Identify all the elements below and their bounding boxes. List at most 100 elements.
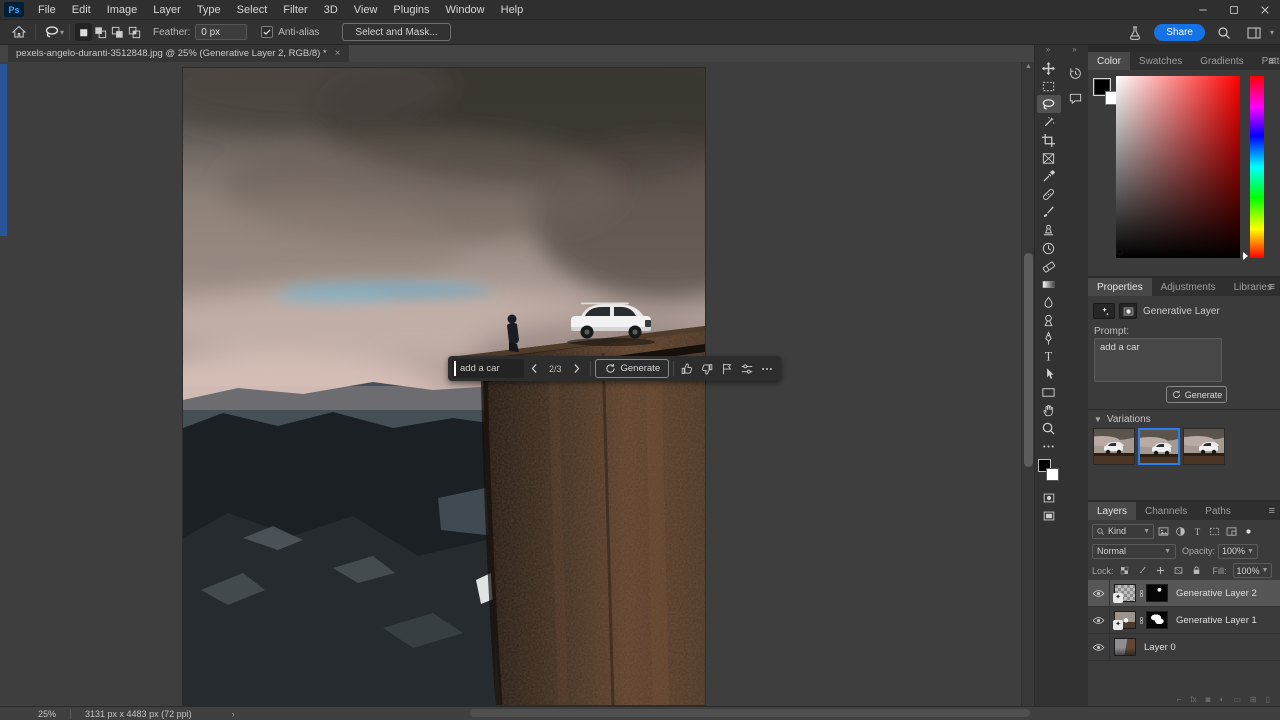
- tool-gradient[interactable]: [1037, 275, 1061, 293]
- tool-shape[interactable]: [1037, 383, 1061, 401]
- chevron-down-icon[interactable]: ▾: [60, 28, 64, 37]
- link-layers-icon[interactable]: ⌐: [1177, 695, 1182, 704]
- selection-mode-new-button[interactable]: [75, 23, 93, 41]
- status-chevron-icon[interactable]: ›: [232, 709, 235, 719]
- layer-visibility-eye-icon[interactable]: [1088, 580, 1110, 606]
- share-button[interactable]: Share: [1154, 24, 1205, 41]
- layer-thumbnail[interactable]: ✦: [1113, 611, 1136, 630]
- variation-thumbnail-3[interactable]: [1183, 428, 1225, 465]
- layer-row[interactable]: ✦ Generative Layer 2: [1088, 580, 1280, 607]
- tab-gradients[interactable]: Gradients: [1191, 52, 1252, 70]
- layer-mask-thumbnail[interactable]: [1146, 611, 1168, 629]
- history-panel-icon[interactable]: [1064, 62, 1086, 84]
- tab-channels[interactable]: Channels: [1136, 502, 1196, 520]
- tool-marquee[interactable]: [1037, 77, 1061, 95]
- lock-artboard-icon[interactable]: [1171, 563, 1186, 578]
- mask-link-icon[interactable]: [1136, 616, 1146, 625]
- selection-mode-intersect-button[interactable]: [126, 23, 143, 41]
- thumbs-down-icon[interactable]: [698, 358, 717, 379]
- close-icon[interactable]: ×: [335, 48, 341, 59]
- horizontal-scrollbar-thumb[interactable]: [470, 709, 1030, 717]
- tool-zoom[interactable]: [1037, 419, 1061, 437]
- panel-menu-icon[interactable]: ≡: [1269, 281, 1275, 293]
- panel-menu-icon[interactable]: ≡: [1269, 55, 1275, 67]
- lock-image-pixels-icon[interactable]: [1135, 563, 1150, 578]
- tab-paths[interactable]: Paths: [1196, 502, 1240, 520]
- beaker-icon[interactable]: [1124, 23, 1146, 43]
- menu-plugins[interactable]: Plugins: [385, 2, 437, 18]
- filter-type-layers-icon[interactable]: T: [1190, 524, 1205, 539]
- tool-blur[interactable]: [1037, 293, 1061, 311]
- tool-eraser[interactable]: [1037, 257, 1061, 275]
- tool-eyedropper[interactable]: [1037, 167, 1061, 185]
- layer-thumbnail[interactable]: ✦: [1113, 584, 1136, 603]
- tool-history-brush[interactable]: [1037, 239, 1061, 257]
- variation-thumbnail-2[interactable]: [1138, 428, 1180, 465]
- panel-menu-icon[interactable]: ≡: [1269, 505, 1275, 517]
- foreground-background-colors[interactable]: [1037, 459, 1061, 485]
- layer-visibility-eye-icon[interactable]: [1088, 634, 1110, 660]
- tab-adjustments[interactable]: Adjustments: [1152, 278, 1225, 296]
- tool-path-select[interactable]: [1037, 365, 1061, 383]
- prompt-textarea[interactable]: add a car: [1094, 338, 1222, 382]
- chevron-down-icon[interactable]: ▼: [1094, 415, 1102, 424]
- tool-move[interactable]: [1037, 59, 1061, 77]
- lock-all-icon[interactable]: [1189, 563, 1204, 578]
- mask-link-icon[interactable]: [1136, 589, 1146, 598]
- layer-mask-thumbnail[interactable]: [1146, 584, 1168, 602]
- tool-pen[interactable]: [1037, 329, 1061, 347]
- previous-variation-button[interactable]: [525, 358, 544, 379]
- opacity-input[interactable]: 100% ▼: [1218, 543, 1258, 559]
- menu-window[interactable]: Window: [438, 2, 493, 18]
- quick-mask-button[interactable]: [1037, 489, 1061, 507]
- settings-sliders-icon[interactable]: [738, 358, 757, 379]
- color-field-cursor[interactable]: [1116, 248, 1123, 255]
- menu-file[interactable]: File: [30, 2, 64, 18]
- filter-toggle-icon[interactable]: [1241, 524, 1256, 539]
- filter-shape-layers-icon[interactable]: [1207, 524, 1222, 539]
- selection-mode-add-button[interactable]: [92, 23, 109, 41]
- home-icon[interactable]: [8, 22, 30, 42]
- tab-swatches[interactable]: Swatches: [1130, 52, 1191, 70]
- filter-adjustment-layers-icon[interactable]: [1173, 524, 1188, 539]
- thumbs-up-icon[interactable]: [678, 358, 697, 379]
- close-window-button[interactable]: [1249, 0, 1280, 20]
- tab-color[interactable]: Color: [1088, 52, 1130, 70]
- adjustment-icon[interactable]: ◐: [1219, 695, 1224, 704]
- comments-panel-icon[interactable]: [1064, 87, 1086, 109]
- menu-filter[interactable]: Filter: [275, 2, 315, 18]
- background-color-swatch[interactable]: [1045, 468, 1059, 481]
- generate-button[interactable]: Generate: [1166, 386, 1227, 403]
- tool-lasso[interactable]: [1036, 95, 1061, 113]
- zoom-level[interactable]: 25%: [38, 709, 56, 719]
- layer-row[interactable]: ✦ Generative Layer 1: [1088, 607, 1280, 634]
- lock-transparent-pixels-icon[interactable]: [1117, 563, 1132, 578]
- tool-hand[interactable]: [1037, 401, 1061, 419]
- prompt-input[interactable]: add a car: [452, 359, 524, 378]
- tool-dodge[interactable]: [1037, 311, 1061, 329]
- screen-mode-button[interactable]: [1037, 507, 1061, 525]
- menu-type[interactable]: Type: [189, 2, 229, 18]
- chevron-down-icon[interactable]: ▾: [1270, 28, 1274, 37]
- tool-type[interactable]: T: [1037, 347, 1061, 365]
- tool-wand[interactable]: [1037, 113, 1061, 131]
- anti-alias-checkbox[interactable]: [261, 26, 274, 38]
- menu-image[interactable]: Image: [99, 2, 146, 18]
- tab-patterns[interactable]: Patterns: [1253, 52, 1280, 70]
- select-and-mask-button[interactable]: Select and Mask...: [342, 23, 451, 41]
- variation-thumbnail-1[interactable]: [1093, 428, 1135, 465]
- collapse-dock-icon[interactable]: »: [1062, 45, 1088, 59]
- tool-healing[interactable]: [1037, 185, 1061, 203]
- filter-pixel-layers-icon[interactable]: [1156, 524, 1171, 539]
- menu-3d[interactable]: 3D: [316, 2, 346, 18]
- next-variation-button[interactable]: [567, 358, 586, 379]
- layer-filter-kind-dropdown[interactable]: Kind ▼: [1092, 523, 1154, 539]
- tool-brush[interactable]: [1037, 203, 1061, 221]
- document-tab[interactable]: pexels-angelo-duranti-3512848.jpg @ 25% …: [8, 45, 349, 62]
- selection-mode-subtract-button[interactable]: [109, 23, 126, 41]
- hue-slider[interactable]: [1250, 76, 1264, 258]
- menu-select[interactable]: Select: [229, 2, 276, 18]
- menu-layer[interactable]: Layer: [145, 2, 189, 18]
- new-layer-icon[interactable]: ⊞: [1250, 695, 1257, 704]
- tab-layers[interactable]: Layers: [1088, 502, 1137, 520]
